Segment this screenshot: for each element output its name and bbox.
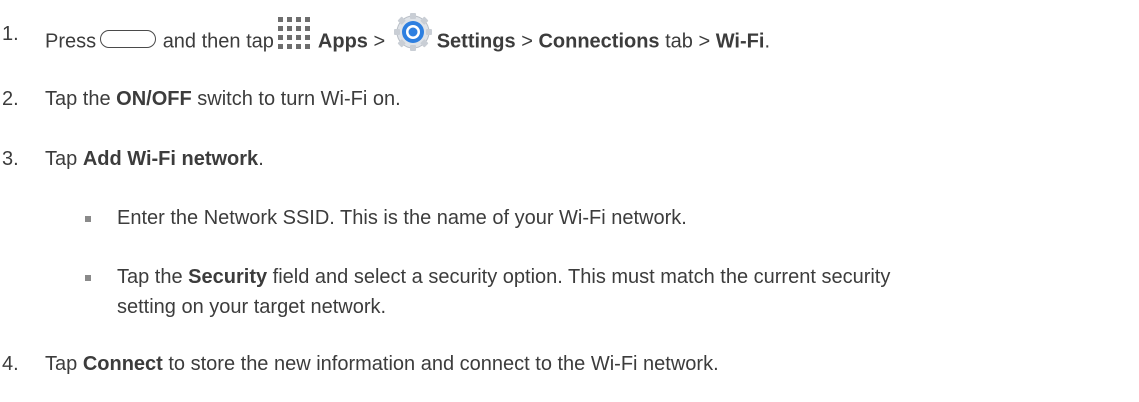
tap-label: Tap the (45, 88, 111, 110)
step-number: 1. (2, 23, 19, 45)
bullet-item: Tap the Security field and select a secu… (0, 265, 1139, 291)
home-button-icon (100, 30, 157, 48)
period: . (258, 148, 264, 170)
bullet-text-line2: setting on your target network. (117, 296, 387, 318)
separator: > (373, 30, 386, 53)
wifi-label: Wi-Fi (715, 30, 765, 53)
step-2-rest: switch to turn Wi-Fi on. (197, 88, 401, 110)
bullet-text-rest: field and select a security option. This… (272, 266, 891, 288)
security-label: Security (188, 266, 268, 288)
step-1-text: Press and then tap Apps > Settings > Con… (45, 13, 770, 62)
bullet-square-icon (85, 275, 91, 281)
tap-label: Tap (45, 148, 78, 170)
bullet-continuation: setting on your target network. (0, 295, 1139, 321)
step-number: 2. (2, 88, 19, 110)
bullet-text: Enter the Network SSID. This is the name… (117, 207, 687, 229)
add-wifi-network-label: Add Wi-Fi network (82, 148, 259, 170)
settings-gear-icon (393, 13, 432, 51)
tap-label: Tap the (117, 266, 183, 288)
step-2-text: Tap the ON/OFF switch to turn Wi-Fi on. (45, 87, 401, 111)
step-4-rest: to store the new information and connect… (168, 353, 719, 375)
step-3-text: Tap Add Wi-Fi network. (45, 147, 264, 171)
tap-label: Tap (45, 353, 78, 375)
connect-label: Connect (82, 353, 163, 375)
step-number: 3. (2, 148, 19, 170)
step-4: 4. Tap Connect to store the new informat… (0, 352, 1139, 378)
separator: > (521, 30, 533, 53)
onoff-label: ON/OFF (116, 88, 192, 110)
apps-grid-icon (277, 17, 310, 49)
step-2: 2. Tap the ON/OFF switch to turn Wi-Fi o… (0, 87, 1139, 113)
connections-label: Connections (538, 30, 660, 53)
step-1: 1. Press and then tap Apps > Settings > … (0, 13, 1139, 52)
period: . (764, 30, 770, 53)
bullet-item: Enter the Network SSID. This is the name… (0, 206, 1139, 232)
press-label: Press (45, 30, 97, 53)
apps-label: Apps (317, 30, 368, 53)
step-number: 4. (2, 353, 19, 375)
and-then-tap-label: and then tap (162, 30, 274, 53)
tab-separator: tab > (665, 30, 711, 53)
bullet-text: Tap the Security field and select a secu… (117, 265, 890, 289)
step-3: 3. Tap Add Wi-Fi network. (0, 147, 1139, 173)
settings-label: Settings (436, 30, 516, 53)
step-4-text: Tap Connect to store the new information… (45, 352, 719, 376)
bullet-square-icon (85, 216, 91, 222)
